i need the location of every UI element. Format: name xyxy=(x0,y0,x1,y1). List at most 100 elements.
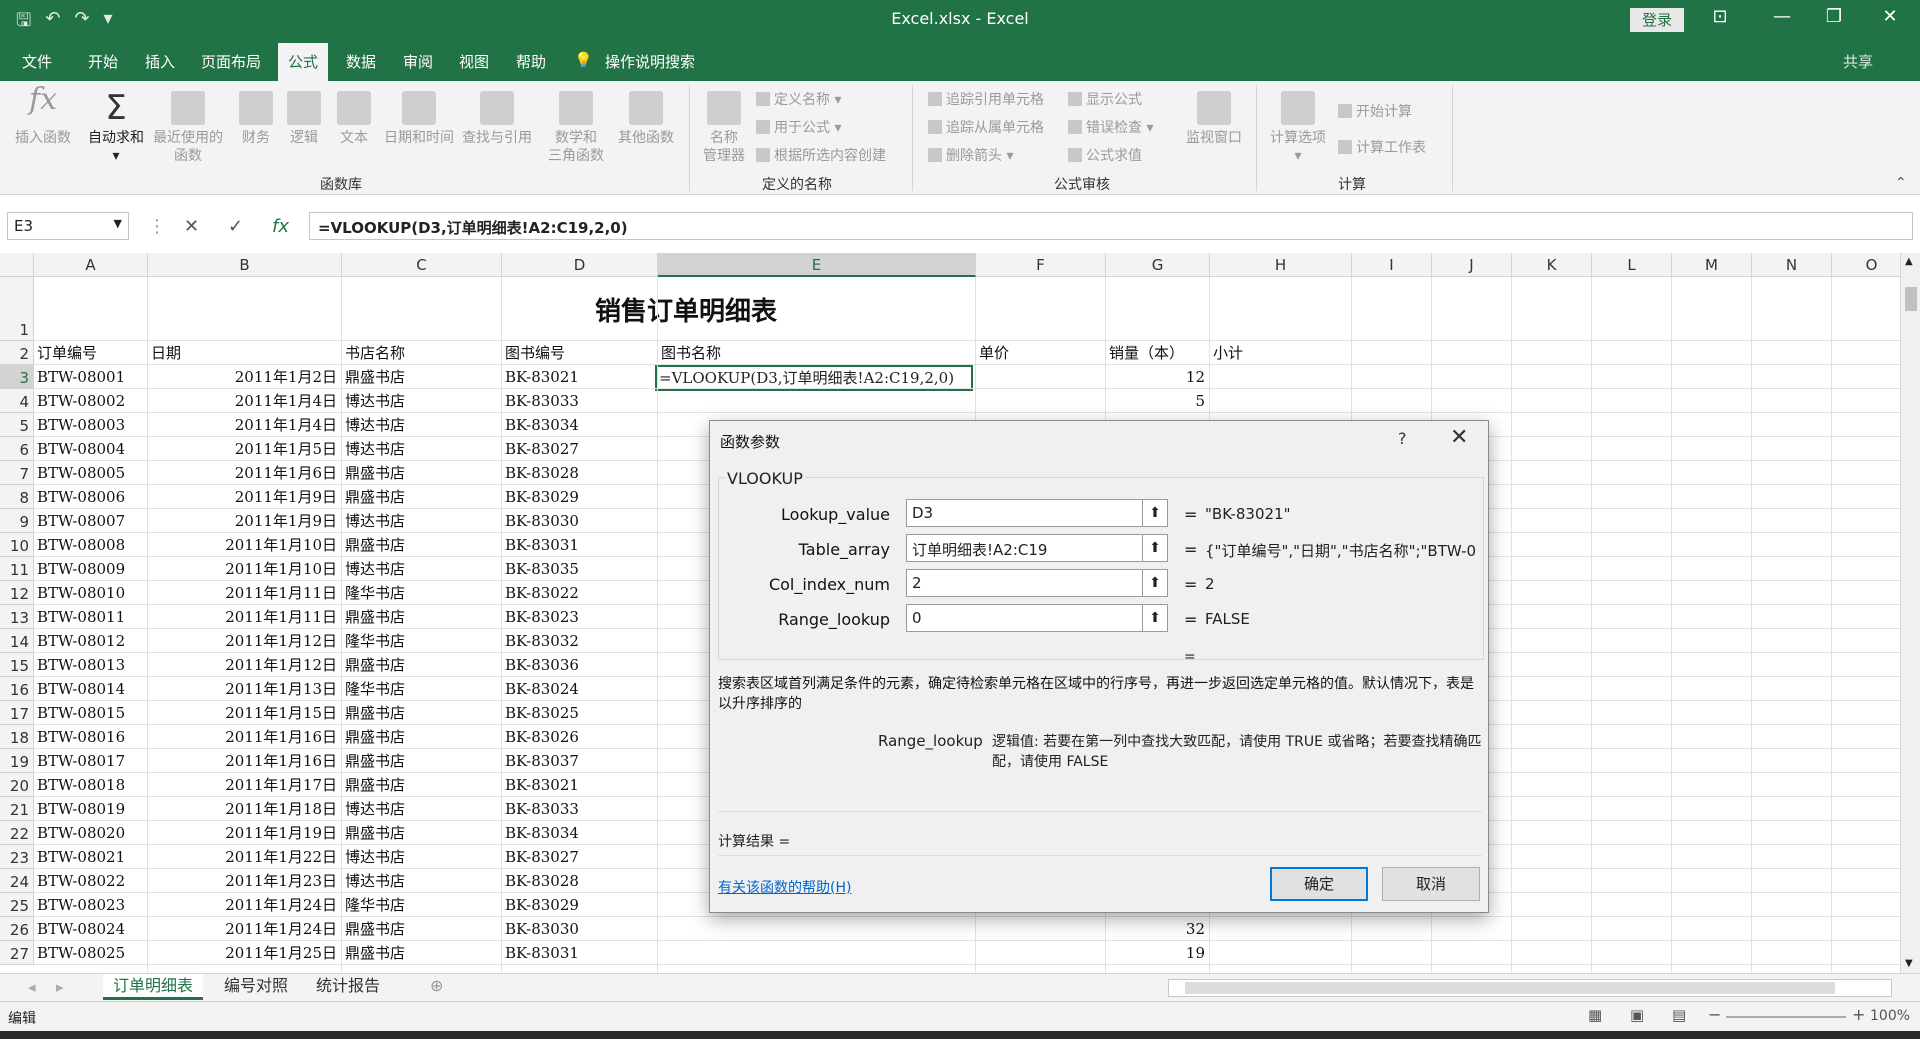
cell-date[interactable]: 2011年1月15日 xyxy=(151,701,337,725)
select-all-corner[interactable] xyxy=(0,253,34,277)
cell-store[interactable]: 鼎盛书店 xyxy=(345,485,497,509)
row-header-6[interactable]: 6 xyxy=(0,437,34,461)
minimize-icon[interactable]: — xyxy=(1762,6,1802,27)
cell-order-id[interactable]: BTW-08003 xyxy=(37,413,143,437)
cell-book-id[interactable]: BK-83036 xyxy=(505,653,653,677)
row-header-1[interactable]: 1 xyxy=(0,277,34,341)
share-button[interactable]: 共享 xyxy=(1843,51,1873,72)
arg-input-col-index[interactable]: 2 xyxy=(906,569,1146,597)
cell-order-id[interactable]: BTW-08006 xyxy=(37,485,143,509)
row-header-13[interactable]: 13 xyxy=(0,605,34,629)
cell-book-id[interactable]: BK-83026 xyxy=(505,725,653,749)
cell-book-id[interactable]: BK-83030 xyxy=(505,917,653,941)
header-cell[interactable]: 书店名称 xyxy=(345,341,497,365)
cell-date[interactable]: 2011年1月12日 xyxy=(151,629,337,653)
insert-function-button[interactable]: fx 插入函数 xyxy=(8,85,78,147)
row-header-18[interactable]: 18 xyxy=(0,725,34,749)
cell-book-id[interactable]: BK-83032 xyxy=(505,629,653,653)
cell-order-id[interactable]: BTW-08024 xyxy=(37,917,143,941)
cell-quantity[interactable]: 12 xyxy=(1109,365,1205,389)
row-header-5[interactable]: 5 xyxy=(0,413,34,437)
cell-store[interactable]: 鼎盛书店 xyxy=(345,461,497,485)
column-header-a[interactable]: A xyxy=(34,253,148,277)
use-in-formula-button[interactable]: 用于公式 ▾ xyxy=(756,117,841,137)
arg-input-lookup-value[interactable]: D3 xyxy=(906,499,1146,527)
dialog-close-icon[interactable]: ✕ xyxy=(1450,425,1468,450)
horizontal-scrollbar[interactable] xyxy=(1168,979,1892,997)
cell-order-id[interactable]: BTW-08011 xyxy=(37,605,143,629)
tab-formulas[interactable]: 公式 xyxy=(278,43,329,81)
error-checking-button[interactable]: 错误检查 ▾ xyxy=(1068,117,1153,137)
cell-order-id[interactable]: BTW-08022 xyxy=(37,869,143,893)
more-functions-button[interactable]: 其他函数 xyxy=(612,91,680,147)
sheet-tab-orders[interactable]: 订单明细表 xyxy=(103,974,204,1000)
row-header-4[interactable]: 4 xyxy=(0,389,34,413)
cell-store[interactable]: 博达书店 xyxy=(345,413,497,437)
tell-me-search[interactable]: 操作说明搜索 xyxy=(605,51,695,72)
collapse-dialog-icon[interactable]: ⬆ xyxy=(1142,604,1168,632)
cell-store[interactable]: 鼎盛书店 xyxy=(345,773,497,797)
collapse-dialog-icon[interactable]: ⬆ xyxy=(1142,534,1168,562)
help-question-icon[interactable]: ? xyxy=(1398,429,1407,448)
tab-file[interactable]: 文件 xyxy=(22,51,52,72)
cell-order-id[interactable]: BTW-08007 xyxy=(37,509,143,533)
function-help-link[interactable]: 有关该函数的帮助(H) xyxy=(718,877,851,897)
row-header-11[interactable]: 11 xyxy=(0,557,34,581)
column-header-e[interactable]: E xyxy=(658,253,976,277)
tab-home[interactable]: 开始 xyxy=(88,51,118,72)
cell-quantity[interactable]: 32 xyxy=(1109,917,1205,941)
collapse-dialog-icon[interactable]: ⬆ xyxy=(1142,569,1168,597)
close-window-icon[interactable]: ✕ xyxy=(1870,6,1910,27)
cell-order-id[interactable]: BTW-08012 xyxy=(37,629,143,653)
row-header-27[interactable]: 27 xyxy=(0,941,34,965)
login-button[interactable]: 登录 xyxy=(1630,8,1684,32)
cancel-button[interactable]: 取消 xyxy=(1382,867,1480,901)
cell-store[interactable]: 博达书店 xyxy=(345,437,497,461)
zoom-in-icon[interactable]: + xyxy=(1852,1005,1865,1024)
cell-book-id[interactable]: BK-83033 xyxy=(505,797,653,821)
row-header-26[interactable]: 26 xyxy=(0,917,34,941)
cell-order-id[interactable]: BTW-08016 xyxy=(37,725,143,749)
tab-insert[interactable]: 插入 xyxy=(145,51,175,72)
recent-functions-button[interactable]: 最近使用的 函数 xyxy=(150,91,226,165)
column-header-n[interactable]: N xyxy=(1752,253,1832,277)
column-header-k[interactable]: K xyxy=(1512,253,1592,277)
ribbon-display-icon[interactable]: ⊡ xyxy=(1700,6,1740,27)
cell-date[interactable]: 2011年1月10日 xyxy=(151,557,337,581)
cell-book-id[interactable]: BK-83027 xyxy=(505,437,653,461)
cell-order-id[interactable]: BTW-08015 xyxy=(37,701,143,725)
sheet-title-cell[interactable]: 销售订单明细表 xyxy=(595,291,777,328)
cell-date[interactable]: 2011年1月22日 xyxy=(151,845,337,869)
tab-page-layout[interactable]: 页面布局 xyxy=(201,51,261,72)
cell-store[interactable]: 鼎盛书店 xyxy=(345,917,497,941)
column-header-j[interactable]: J xyxy=(1432,253,1512,277)
cell-store[interactable]: 鼎盛书店 xyxy=(345,749,497,773)
cell-book-id[interactable]: BK-83021 xyxy=(505,773,653,797)
tab-view[interactable]: 视图 xyxy=(459,51,489,72)
column-header-l[interactable]: L xyxy=(1592,253,1672,277)
cell-store[interactable]: 隆华书店 xyxy=(345,893,497,917)
ok-button[interactable]: 确定 xyxy=(1270,867,1368,901)
cell-store[interactable]: 鼎盛书店 xyxy=(345,533,497,557)
name-box[interactable]: E3 ▼ xyxy=(7,212,129,240)
cell-book-id[interactable]: BK-83022 xyxy=(505,581,653,605)
cell-store[interactable]: 鼎盛书店 xyxy=(345,821,497,845)
cell-order-id[interactable]: BTW-08025 xyxy=(37,941,143,965)
cell-order-id[interactable]: BTW-08001 xyxy=(37,365,143,389)
column-header-f[interactable]: F xyxy=(976,253,1106,277)
scroll-thumb[interactable] xyxy=(1905,287,1917,311)
column-header-m[interactable]: M xyxy=(1672,253,1752,277)
cancel-icon[interactable]: ✕ xyxy=(184,216,199,237)
cell-date[interactable]: 2011年1月5日 xyxy=(151,437,337,461)
cell-date[interactable]: 2011年1月16日 xyxy=(151,725,337,749)
add-sheet-icon[interactable]: ⊕ xyxy=(430,976,443,995)
cell-store[interactable]: 鼎盛书店 xyxy=(345,941,497,965)
lookup-button[interactable]: 查找与引用 xyxy=(458,91,536,147)
calc-sheet-button[interactable]: 计算工作表 xyxy=(1338,137,1426,157)
cell-store[interactable]: 鼎盛书店 xyxy=(345,725,497,749)
page-break-view-icon[interactable]: ▤ xyxy=(1672,1006,1686,1024)
cell-book-id[interactable]: BK-83029 xyxy=(505,485,653,509)
row-header-24[interactable]: 24 xyxy=(0,869,34,893)
scroll-up-icon[interactable]: ▲ xyxy=(1905,256,1913,267)
logical-button[interactable]: 逻辑 xyxy=(280,91,328,147)
